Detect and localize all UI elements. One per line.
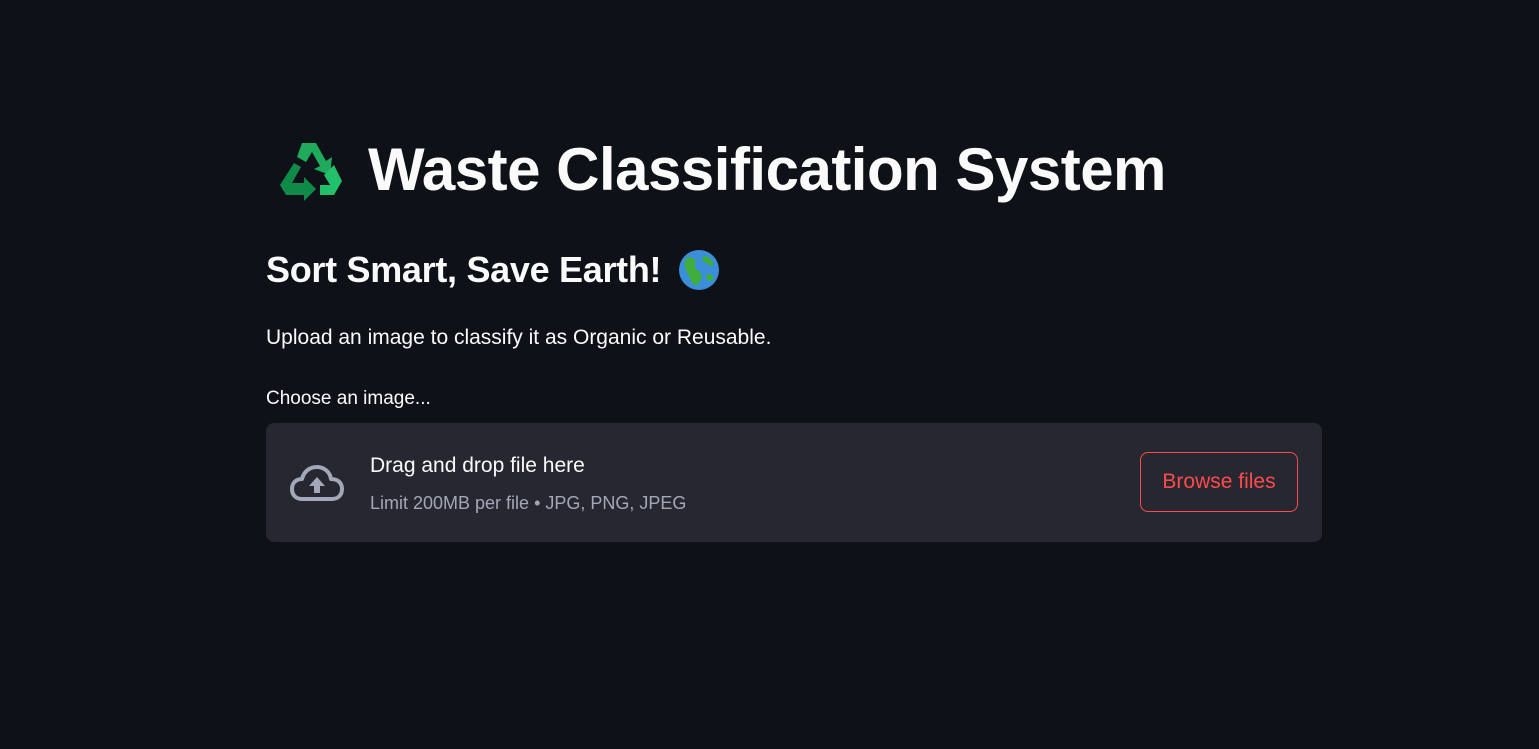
file-dropzone[interactable]: Drag and drop file here Limit 200MB per … [266, 423, 1322, 542]
globe-icon [679, 250, 720, 290]
page-title: Waste Classification System [276, 132, 1166, 208]
subtitle: Sort Smart, Save Earth! [266, 246, 721, 294]
subtitle-text: Sort Smart, Save Earth! [266, 249, 662, 290]
cloud-upload-icon [290, 465, 344, 501]
dropzone-instruction: Drag and drop file here [370, 454, 585, 477]
browse-files-button[interactable]: Browse files [1140, 452, 1298, 512]
dropzone-limit-text: Limit 200MB per file • JPG, PNG, JPEG [370, 493, 687, 513]
recycle-icon [280, 143, 342, 201]
title-text: Waste Classification System [368, 136, 1166, 203]
file-uploader-label: Choose an image... [266, 388, 431, 409]
description-text: Upload an image to classify it as Organi… [266, 326, 772, 349]
